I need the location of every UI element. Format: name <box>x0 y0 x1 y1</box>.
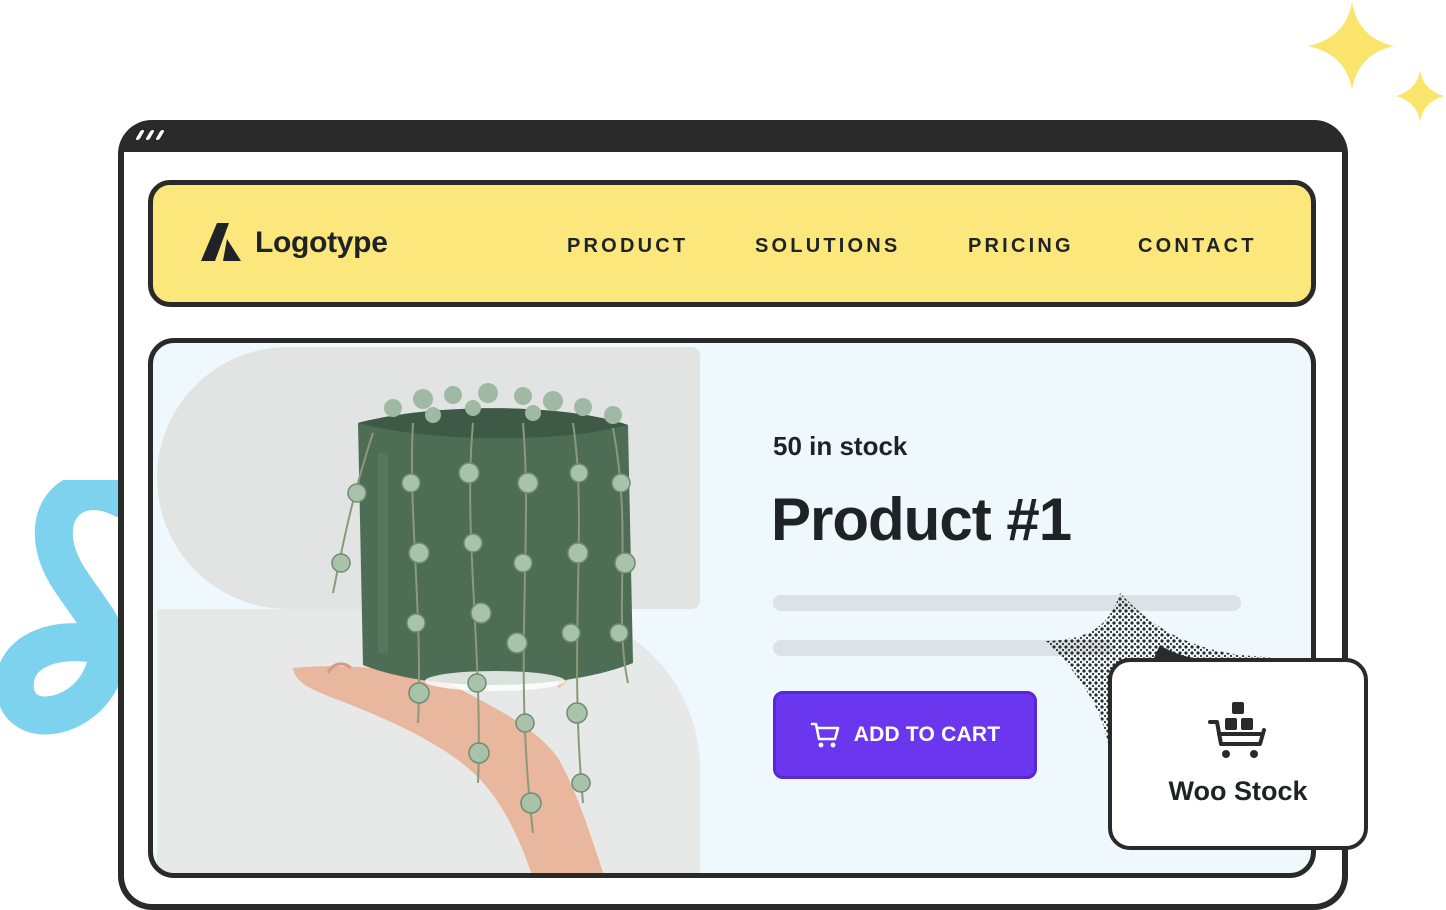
window-dot <box>135 130 145 140</box>
logo[interactable]: Logotype <box>201 221 388 265</box>
window-controls <box>135 130 165 140</box>
cart-icon <box>810 722 840 748</box>
add-to-cart-button[interactable]: ADD TO CART <box>773 691 1037 779</box>
page: Logotype PRODUCT SOLUTIONS PRICING CONTA… <box>0 0 1446 910</box>
nav-item-product[interactable]: PRODUCT <box>567 235 688 258</box>
add-to-cart-label: ADD TO CART <box>853 723 1001 746</box>
logo-mark-icon <box>201 223 241 261</box>
nav-item-contact[interactable]: CONTACT <box>1138 235 1257 258</box>
stock-status: 50 in stock <box>773 431 908 461</box>
nav-item-solutions[interactable]: SOLUTIONS <box>755 235 900 258</box>
stock-cart-icon <box>1208 702 1266 758</box>
window-dot <box>145 130 155 140</box>
sparkle-icon <box>1308 2 1444 122</box>
window-dot <box>155 130 165 140</box>
woo-stock-label: Woo Stock <box>1168 776 1308 806</box>
logo-text: Logotype <box>255 226 388 259</box>
navigation-bar: Logotype PRODUCT SOLUTIONS PRICING CONTA… <box>148 180 1316 307</box>
nav-item-pricing[interactable]: PRICING <box>968 235 1074 258</box>
product-title: Product #1 <box>771 486 1072 553</box>
product-image <box>293 383 636 873</box>
woo-stock-badge[interactable]: Woo Stock <box>1108 658 1368 850</box>
